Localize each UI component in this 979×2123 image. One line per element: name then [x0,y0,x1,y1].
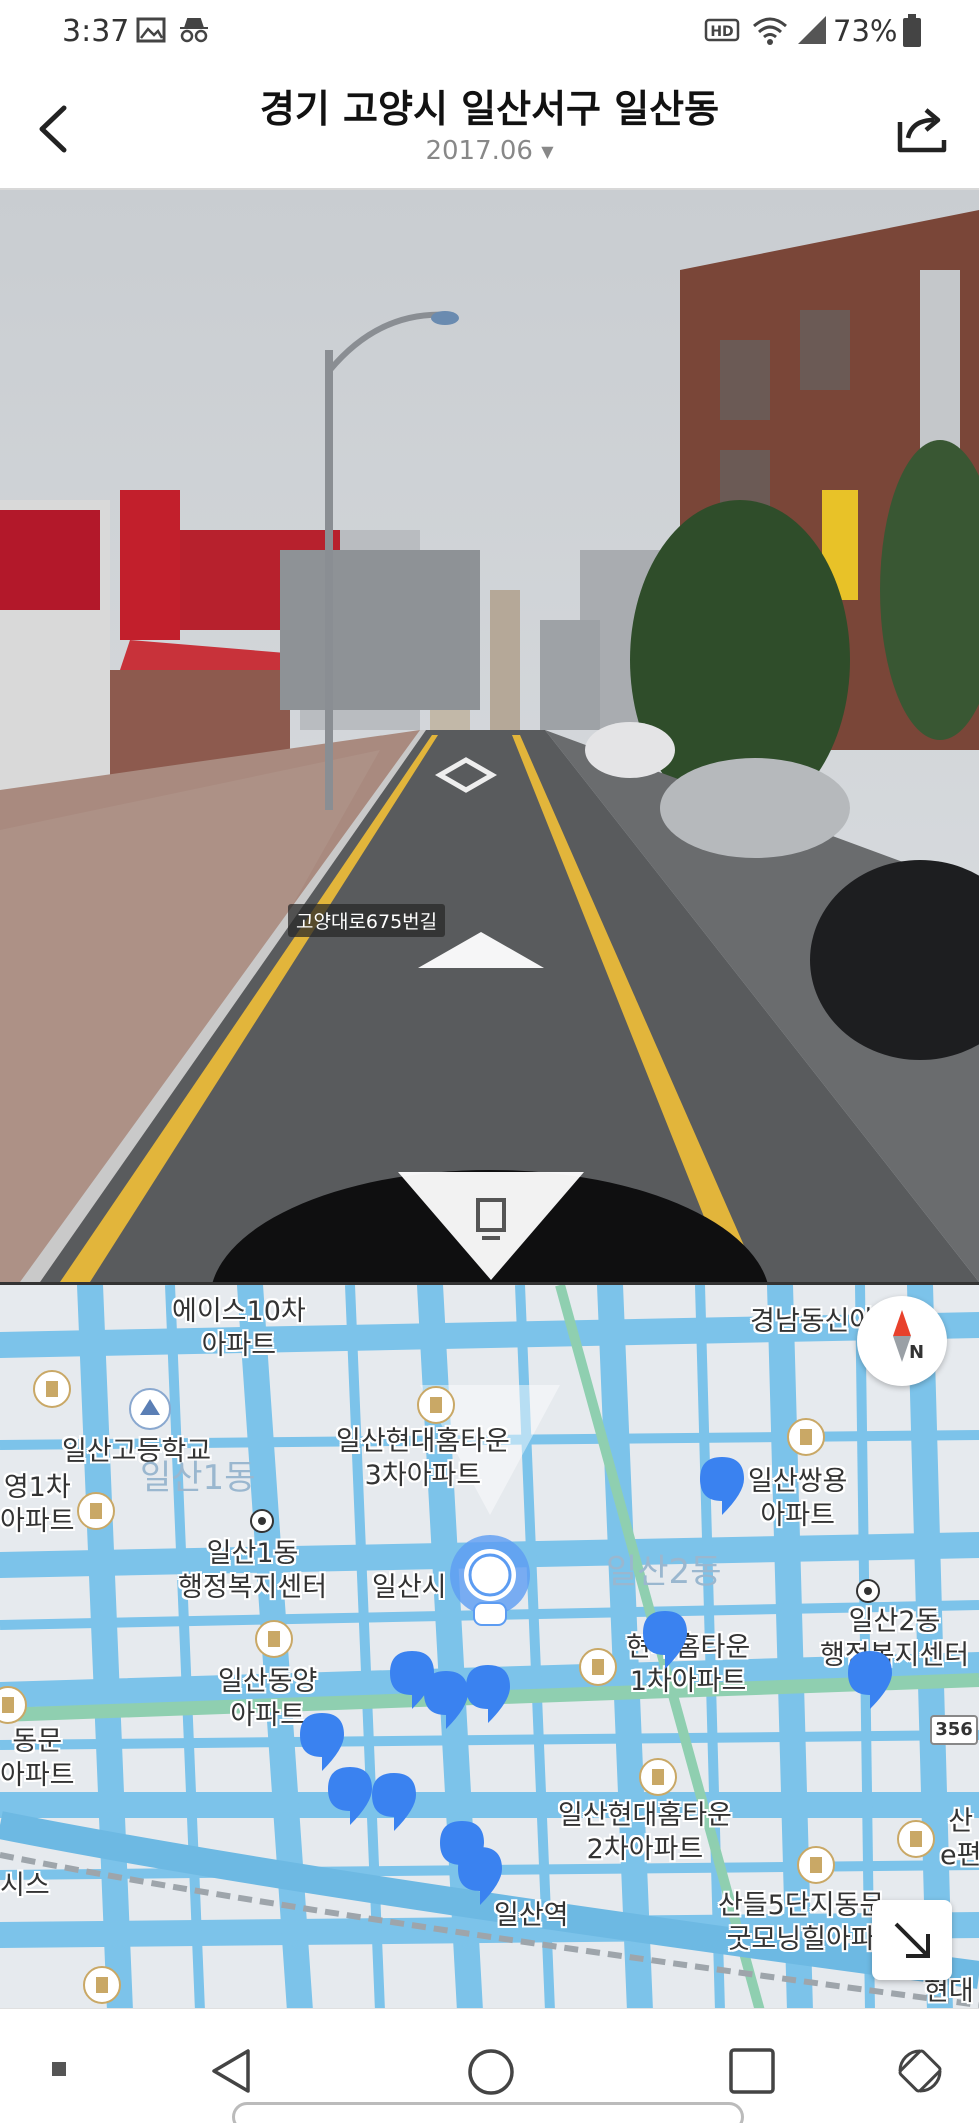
wifi-icon [750,14,790,50]
battery-percent: 73% [833,14,898,48]
triangle-back-icon [212,2049,250,2093]
nav-rotate-button[interactable] [894,2045,946,2101]
date-selector[interactable]: 2017.06 ▼ [0,136,979,166]
nav-home-button[interactable] [466,2047,516,2101]
compass-button[interactable]: N [857,1296,947,1386]
caret-down-icon: ▼ [541,142,554,161]
svg-text:HD: HD [710,24,733,40]
incognito-icon [176,14,212,50]
rotate-screen-icon [898,2049,942,2093]
circle-home-icon [468,2049,514,2095]
street-view-image [0,190,979,1282]
home-indicator [232,2102,744,2123]
date-value: 2017.06 [425,136,533,166]
compass-icon: N [893,1310,924,1363]
move-backward-arrow[interactable] [396,1170,586,1282]
route-number-badge: 356 [930,1715,978,1745]
hd-icon: HD [704,14,740,50]
arrow-up-icon [418,932,544,968]
move-forward-arrow[interactable] [416,930,546,972]
header: 경기 고양시 일산서구 일산동 2017.06 ▼ [0,64,979,190]
page-title: 경기 고양시 일산서구 일산동 [259,87,720,131]
street-view-panorama[interactable]: 고양대로675번길 [0,190,979,1282]
notification-dot-icon [52,2061,66,2080]
arrow-down-right-icon [894,1922,930,1958]
square-recents-icon [729,2048,775,2094]
nav-back-button[interactable] [208,2047,254,2099]
signal-icon [796,14,828,50]
map-poi-layer [0,1370,935,2004]
arrow-down-icon [398,1172,584,1280]
image-icon [135,14,167,50]
status-bar: 3:37 HD 73% [0,0,979,64]
mini-map[interactable]: 에이스10차 아파트 경남동신아파트 일산고등학교 일산1동 일산현대홈타운 3차아… [0,1282,979,2008]
share-button[interactable] [890,98,954,162]
battery-icon [902,14,922,52]
expand-map-button[interactable] [872,1900,952,1980]
share-icon [897,108,947,153]
nav-recents-button[interactable] [728,2047,776,2099]
svg-text:N: N [909,1342,924,1363]
status-time: 3:37 [62,14,130,49]
